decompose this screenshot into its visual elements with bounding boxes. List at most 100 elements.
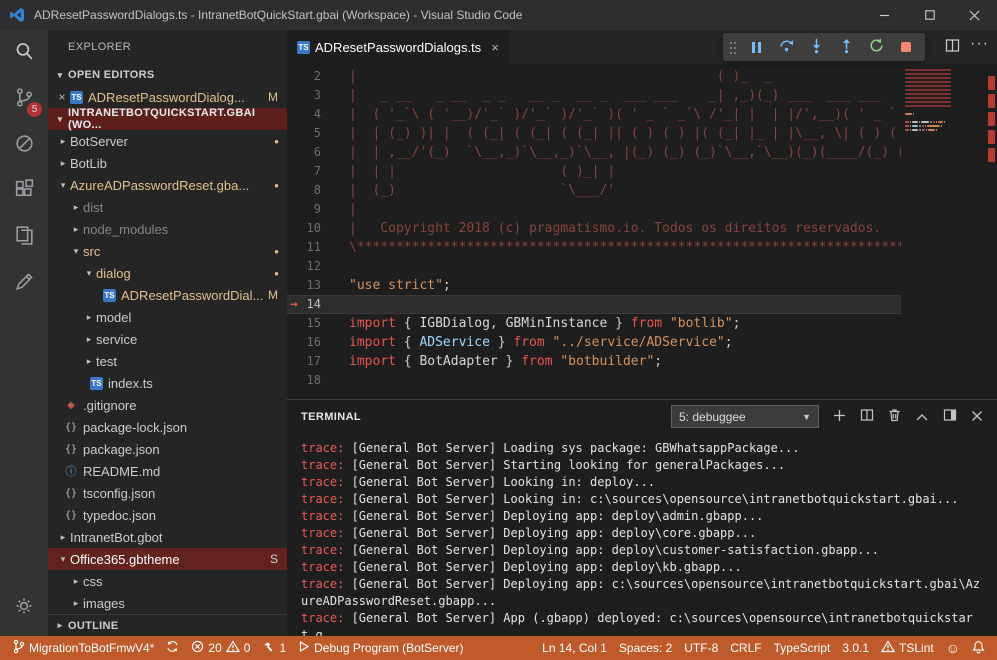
chevron-down-icon: ▾: [69, 246, 83, 257]
tree-item-intranetbot-gbot[interactable]: ▸IntranetBot.gbot: [48, 526, 287, 548]
tree-item-typedoc-json[interactable]: {}typedoc.json: [48, 504, 287, 526]
pause-button[interactable]: [743, 35, 769, 59]
typescript-file-icon: TS: [103, 289, 116, 302]
step-into-button[interactable]: [803, 35, 829, 59]
tool-count-item[interactable]: 1: [256, 636, 292, 660]
more-actions-button[interactable]: ···: [970, 35, 989, 59]
indentation-item[interactable]: Spaces: 2: [613, 636, 678, 660]
new-terminal-button[interactable]: [833, 409, 846, 425]
tree-item-dialog[interactable]: ▾dialog●: [48, 262, 287, 284]
open-editors-header[interactable]: ▾ OPEN EDITORS: [48, 64, 287, 86]
chevron-down-icon: ▾: [56, 554, 70, 565]
close-icon[interactable]: ×: [491, 40, 499, 55]
tree-item-tsconfig-json[interactable]: {}tsconfig.json: [48, 482, 287, 504]
minimize-button[interactable]: [862, 0, 907, 30]
docs-activity-button[interactable]: [0, 214, 48, 260]
tree-item-model[interactable]: ▸model: [48, 306, 287, 328]
cursor-position[interactable]: Ln 14, Col 1: [536, 636, 613, 660]
tree-item-dist[interactable]: ▸dist: [48, 196, 287, 218]
toggle-panel-position-button[interactable]: [943, 408, 957, 425]
pause-icon: [752, 42, 761, 53]
tree-item-gitignore[interactable]: ◆ .gitignore: [48, 394, 287, 416]
language-item[interactable]: TypeScript: [768, 636, 837, 660]
open-editor-item[interactable]: × TS ADResetPasswordDialog... M: [48, 86, 287, 108]
debug-target-item[interactable]: Debug Program (BotServer): [292, 636, 469, 660]
notifications-button[interactable]: [966, 636, 991, 660]
minimap[interactable]: [901, 64, 959, 399]
encoding-item[interactable]: UTF-8: [678, 636, 724, 660]
split-editor-button[interactable]: [945, 38, 960, 56]
debug-activity-button[interactable]: [0, 122, 48, 168]
error-icon: [191, 640, 204, 656]
manage-button[interactable]: [0, 584, 48, 630]
tree-item-service[interactable]: ▸service: [48, 328, 287, 350]
tree-item-botserver[interactable]: ▸BotServer●: [48, 130, 287, 152]
restart-button[interactable]: [863, 35, 889, 59]
workspace-header[interactable]: ▾ INTRANETBOTQUICKSTART.GBAI (WO...: [48, 108, 287, 130]
problems-item[interactable]: 20 0: [185, 636, 256, 660]
stop-button[interactable]: [893, 35, 919, 59]
tab-adresetpassworddialogs[interactable]: TS ADResetPasswordDialogs.ts ×: [287, 30, 509, 64]
step-out-button[interactable]: [833, 35, 859, 59]
tree-item-package-lock-json[interactable]: {}package-lock.json: [48, 416, 287, 438]
terminal-line: trace: [General Bot Server] Loading sys …: [301, 440, 983, 457]
tree-item-label: .gitignore: [83, 398, 136, 413]
modified-dot-icon: ●: [274, 269, 279, 278]
tree-item-azureadpasswordreset-gba[interactable]: ▾AzureADPasswordReset.gba...●: [48, 174, 287, 196]
kill-terminal-button[interactable]: [888, 408, 901, 425]
tree-item-images[interactable]: ▸images: [48, 592, 287, 614]
overview-ruler[interactable]: [959, 64, 997, 399]
search-activity-button[interactable]: [0, 30, 48, 76]
code-line: 11\*************************************…: [287, 238, 997, 257]
line-number: 6: [287, 143, 333, 162]
maximize-button[interactable]: [907, 0, 952, 30]
terminal-output[interactable]: trace: [General Bot Server] Loading sys …: [287, 433, 997, 636]
drag-handle-icon[interactable]: [729, 41, 737, 54]
tree-item-label: src: [83, 244, 100, 259]
terminal-tab[interactable]: TERMINAL: [287, 411, 369, 423]
feedback-button[interactable]: ☺: [940, 636, 966, 660]
code-editor[interactable]: 2| ( )_ _ |3| _ __ _ __ _ _ __ _ __ _ __…: [287, 64, 997, 399]
chevron-right-icon: ▸: [69, 224, 83, 235]
extensions-activity-button[interactable]: [0, 168, 48, 214]
tree-item-css[interactable]: ▸css: [48, 570, 287, 592]
git-branch-item[interactable]: MigrationToBotFmwV4*: [6, 636, 160, 660]
linter-item[interactable]: TSLint: [875, 636, 940, 660]
source-control-activity-button[interactable]: 5: [0, 76, 48, 122]
chevron-right-icon: ▸: [82, 312, 96, 323]
tree-item-package-json[interactable]: {}package.json: [48, 438, 287, 460]
code-lines: 2| ( )_ _ |3| _ __ _ __ _ _ __ _ __ _ __…: [287, 64, 997, 399]
close-button[interactable]: [952, 0, 997, 30]
terminal-selector[interactable]: 5: debuggee ▼: [671, 405, 819, 428]
code-line: 3| _ __ _ __ _ _ __ _ __ _ ___ ___ _| ,_…: [287, 86, 997, 105]
maximize-panel-button[interactable]: [915, 409, 929, 425]
chevron-right-icon: ▸: [82, 334, 96, 345]
tree-item-test[interactable]: ▸test: [48, 350, 287, 372]
vscode-window: ADResetPasswordDialogs.ts - IntranetBotQ…: [0, 0, 997, 660]
step-over-button[interactable]: [773, 35, 799, 59]
json-file-icon: {}: [64, 510, 78, 521]
eol-item[interactable]: CRLF: [724, 636, 767, 660]
tree-item-node-modules[interactable]: ▸node_modules: [48, 218, 287, 240]
tree-item-src[interactable]: ▾src●: [48, 240, 287, 262]
tree-item-adresetpassworddial[interactable]: TSADResetPasswordDial...M: [48, 284, 287, 306]
tree-item-botlib[interactable]: ▸BotLib: [48, 152, 287, 174]
sync-button[interactable]: [160, 636, 185, 660]
typescript-file-icon: TS: [297, 41, 310, 54]
gitignore-file-icon: ◆: [64, 400, 78, 411]
close-panel-button[interactable]: [971, 409, 983, 425]
tree-item-readme-md[interactable]: ⓘREADME.md: [48, 460, 287, 482]
line-number: 8: [287, 181, 333, 200]
modified-dot-icon: ●: [274, 181, 279, 190]
ts-version-item[interactable]: 3.0.1: [836, 636, 875, 660]
tree-item-office365-gbtheme[interactable]: ▾Office365.gbthemeS: [48, 548, 287, 570]
terminal-selector-value: 5: debuggee: [679, 410, 746, 424]
edit-activity-button[interactable]: [0, 260, 48, 306]
code-line: 10| Copyright 2018 (c) pragmatismo.io. T…: [287, 219, 997, 238]
tree-item-index-ts[interactable]: TSindex.ts: [48, 372, 287, 394]
modified-dot-icon: ●: [274, 137, 279, 146]
close-icon[interactable]: ×: [54, 90, 70, 104]
outline-header[interactable]: ▸ OUTLINE: [48, 614, 287, 636]
step-out-icon: [838, 37, 855, 57]
split-terminal-button[interactable]: [860, 408, 874, 425]
